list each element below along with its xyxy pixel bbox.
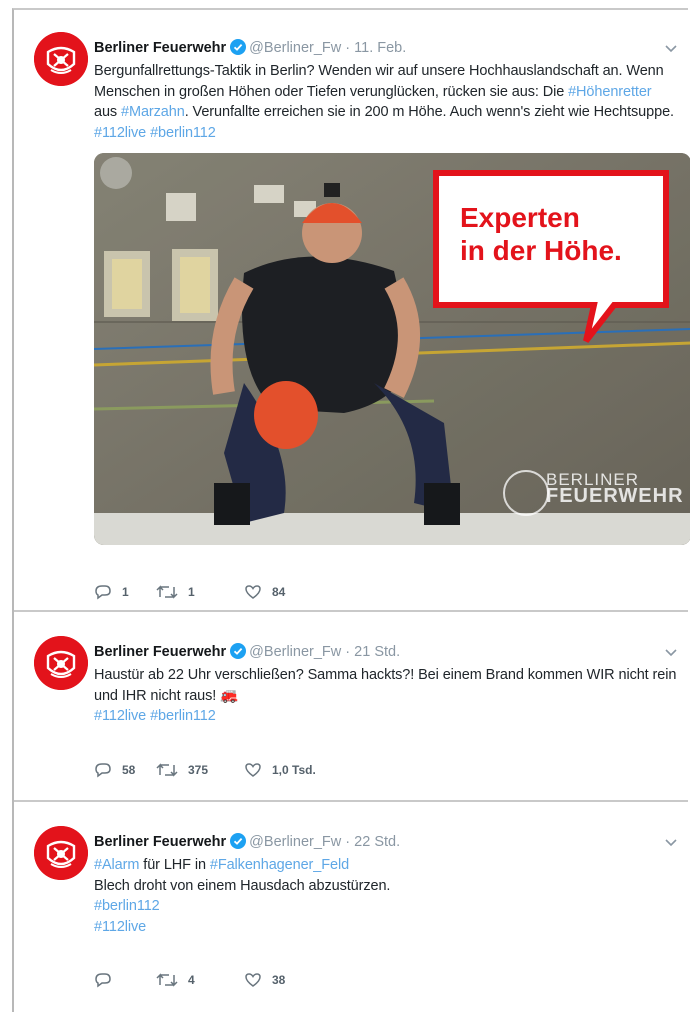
hashtag-link[interactable]: #berlin112	[94, 898, 160, 914]
retweet-icon	[156, 973, 178, 987]
hashtag-link[interactable]: #berlin112	[150, 708, 216, 724]
heart-icon	[245, 585, 261, 599]
retweet-icon	[156, 763, 178, 777]
tweet[interactable]: Berliner Feuerwehr @Berliner_Fw · 22 Std.…	[14, 802, 688, 1014]
account-handle[interactable]: @Berliner_Fw	[249, 644, 341, 660]
retweet-button[interactable]: 4	[156, 972, 244, 988]
like-button[interactable]: 1,0 Tsd.	[244, 762, 316, 778]
verified-badge-icon	[230, 833, 247, 855]
like-button[interactable]: 84	[244, 584, 285, 600]
image-caption-line: Experten	[460, 202, 580, 233]
tweet[interactable]: Berliner Feuerwehr @Berliner_Fw · 11. Feb…	[14, 10, 690, 612]
hashtag-link[interactable]: #112live	[94, 919, 146, 935]
reply-icon	[95, 763, 111, 778]
verified-badge-icon	[230, 643, 247, 665]
account-handle[interactable]: @Berliner_Fw	[249, 834, 341, 850]
separator: ·	[345, 644, 351, 660]
chevron-down-icon[interactable]	[664, 644, 678, 664]
separator: ·	[345, 40, 351, 56]
tweet-media-image[interactable]: Experten in der Höhe. BERLINER FEUERWEHR	[94, 153, 690, 545]
tweet-text: Haustür ab 22 Uhr verschließen? Samma ha…	[94, 665, 678, 727]
reply-count: 1	[122, 585, 129, 599]
watermark: BERLINER FEUERWEHR	[546, 471, 684, 507]
hashtag-link[interactable]: #112live	[94, 708, 146, 724]
account-name[interactable]: Berliner Feuerwehr	[94, 40, 226, 56]
avatar[interactable]	[34, 826, 88, 880]
account-handle[interactable]: @Berliner_Fw	[249, 40, 341, 56]
image-caption-line: in der Höhe.	[460, 235, 622, 266]
tweet-actions: 58 375 1,0 Tsd.	[94, 762, 346, 778]
fire-department-crest-icon	[34, 636, 88, 690]
hashtag-link[interactable]: #Falkenhagener_Feld	[210, 857, 349, 873]
reply-icon	[95, 585, 111, 600]
tweet-text-segment: . Verunfallte erreichen sie in 200 m Höh…	[184, 104, 674, 120]
timestamp[interactable]: 21 Std.	[354, 644, 400, 660]
fire-department-crest-icon	[34, 32, 88, 86]
tweet-text: #Alarm für LHF in #Falkenhagener_Feld Ble…	[94, 855, 678, 937]
tweet-text-segment: aus	[94, 104, 122, 120]
hashtag-link[interactable]: #Höhenretter	[568, 84, 652, 100]
tweet-body: Berliner Feuerwehr @Berliner_Fw · 11. Feb…	[94, 38, 690, 545]
tweet-actions: 1 1 84	[94, 584, 315, 600]
hashtag-link[interactable]: #Marzahn	[121, 104, 185, 120]
tweet-text-segment: Blech droht von einem Hausdach abzustürz…	[94, 877, 391, 894]
watermark-line: FEUERWEHR	[546, 485, 684, 507]
avatar[interactable]	[34, 32, 88, 86]
like-count: 38	[272, 973, 286, 987]
reply-button[interactable]: 1	[94, 584, 156, 600]
retweet-button[interactable]: 1	[156, 584, 244, 600]
like-button[interactable]: 38	[244, 972, 285, 988]
retweet-count: 1	[188, 585, 195, 599]
tweet-text-segment: 🚒	[220, 687, 239, 704]
tweet-body: Berliner Feuerwehr @Berliner_Fw · 21 Std.…	[94, 642, 678, 727]
tweet-actions: 4 38	[94, 972, 315, 988]
hashtag-link[interactable]: #112live	[94, 125, 146, 141]
reply-button[interactable]: 58	[94, 762, 156, 778]
reply-button[interactable]	[94, 972, 156, 988]
hashtag-link[interactable]: #berlin112	[150, 125, 216, 141]
chevron-down-icon[interactable]	[664, 40, 678, 60]
tweet-header: Berliner Feuerwehr @Berliner_Fw · 21 Std.	[94, 642, 678, 665]
tweet-body: Berliner Feuerwehr @Berliner_Fw · 22 Std.…	[94, 832, 678, 937]
tweet[interactable]: Berliner Feuerwehr @Berliner_Fw · 21 Std.…	[14, 612, 688, 802]
timestamp[interactable]: 11. Feb.	[354, 40, 406, 56]
like-count: 84	[272, 585, 286, 599]
account-name[interactable]: Berliner Feuerwehr	[94, 644, 226, 660]
heart-icon	[245, 973, 261, 987]
tweet-header: Berliner Feuerwehr @Berliner_Fw · 11. Feb…	[94, 38, 678, 61]
avatar[interactable]	[34, 636, 88, 690]
separator: ·	[345, 834, 351, 850]
image-caption: Experten in der Höhe.	[460, 201, 622, 267]
tweet-timeline: Berliner Feuerwehr @Berliner_Fw · 11. Feb…	[12, 8, 690, 1014]
retweet-button[interactable]: 375	[156, 762, 244, 778]
chevron-down-icon[interactable]	[664, 834, 678, 854]
reply-count: 58	[122, 763, 136, 777]
verified-badge-icon	[230, 39, 247, 61]
retweet-icon	[156, 585, 178, 599]
retweet-count: 375	[188, 763, 209, 777]
tweet-text: Bergunfallrettungs-Taktik in Berlin? Wen…	[94, 61, 678, 143]
fire-department-crest-icon	[34, 826, 88, 880]
retweet-count: 4	[188, 973, 195, 987]
heart-icon	[245, 763, 261, 777]
tweet-text-segment: Haustür ab 22 Uhr verschließen? Samma ha…	[94, 667, 677, 704]
like-count: 1,0 Tsd.	[272, 763, 316, 777]
tweet-header: Berliner Feuerwehr @Berliner_Fw · 22 Std.	[94, 832, 678, 855]
reply-icon	[95, 973, 111, 988]
hashtag-link[interactable]: #Alarm	[94, 857, 139, 873]
tweet-text-segment: für LHF in	[139, 857, 210, 873]
timestamp[interactable]: 22 Std.	[354, 834, 400, 850]
account-name[interactable]: Berliner Feuerwehr	[94, 834, 226, 850]
